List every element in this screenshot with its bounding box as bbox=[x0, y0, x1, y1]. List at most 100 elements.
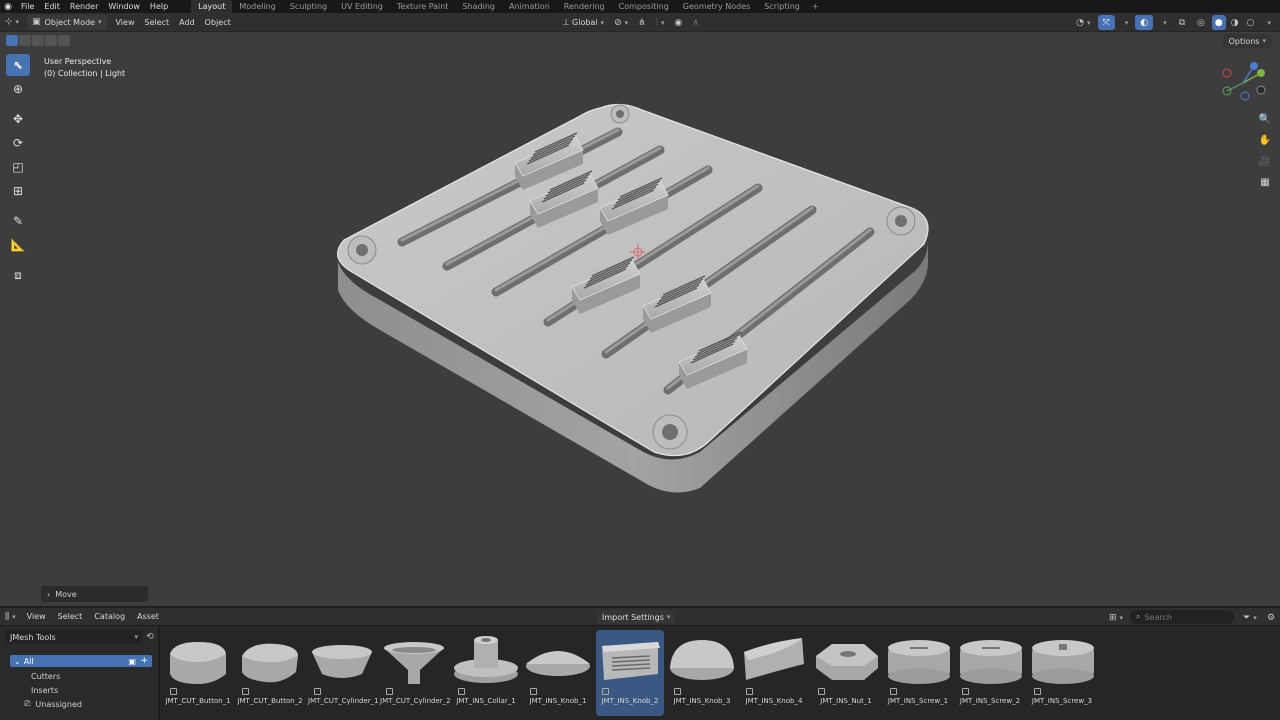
chevron-down-icon: ▾ bbox=[97, 18, 102, 26]
asset-menu-view[interactable]: View bbox=[21, 612, 52, 621]
measure-tool[interactable]: 📐 bbox=[6, 234, 30, 256]
scale-tool[interactable]: ◰ bbox=[6, 156, 30, 178]
asset-menu-select[interactable]: Select bbox=[52, 612, 89, 621]
asset-item[interactable]: JMT_INS_Knob_4 bbox=[740, 630, 808, 716]
library-dropdown[interactable]: JMesh Tools ▾ bbox=[6, 630, 142, 644]
overlays-toggle[interactable]: ◐ bbox=[1135, 15, 1154, 30]
search-placeholder: Search bbox=[1144, 612, 1172, 622]
filter-dropdown[interactable]: ⏷ ▾ bbox=[1238, 610, 1262, 625]
zoom-icon[interactable]: 🔍 bbox=[1256, 110, 1274, 128]
add-workspace-button[interactable]: + bbox=[807, 0, 824, 13]
asset-item[interactable]: JMT_INS_Screw_2 bbox=[956, 630, 1024, 716]
asset-item[interactable]: JMT_INS_Nut_1 bbox=[812, 630, 880, 716]
proportional-edit-toggle[interactable]: ◉ bbox=[669, 15, 687, 30]
select-subtract-button[interactable] bbox=[32, 35, 44, 46]
select-new-button[interactable] bbox=[6, 35, 18, 46]
blender-logo-icon[interactable]: ◉ bbox=[0, 0, 16, 13]
camera-icon[interactable]: 🎥 bbox=[1256, 152, 1274, 170]
shading-material[interactable]: ◑ bbox=[1228, 15, 1242, 30]
pan-hand-icon[interactable]: ✋ bbox=[1256, 131, 1274, 149]
viewport-menu-add[interactable]: Add bbox=[174, 15, 200, 30]
asset-item[interactable]: JMT_INS_Collar_1 bbox=[452, 630, 520, 716]
asset-item[interactable]: JMT_CUT_Button_2 bbox=[236, 630, 304, 716]
asset-item[interactable]: JMT_INS_Knob_2 bbox=[596, 630, 664, 716]
overlays-dropdown[interactable]: ▾ bbox=[1155, 15, 1172, 30]
viewport-menu-select[interactable]: Select bbox=[139, 15, 174, 30]
unassigned-label: Unassigned bbox=[35, 699, 82, 709]
select-box-tool[interactable]: ⬉ bbox=[6, 54, 30, 76]
editor-type-button[interactable]: ⫼ ▾ bbox=[0, 609, 21, 624]
add-icon[interactable]: + bbox=[140, 656, 148, 666]
snap-dropdown[interactable]: ⫶ ▾ bbox=[651, 15, 670, 30]
3d-viewport[interactable]: Options ▾ User Perspective (0) Collection… bbox=[0, 32, 1280, 606]
tab-sculpting[interactable]: Sculpting bbox=[283, 0, 334, 13]
falloff-dropdown[interactable]: ∧ bbox=[687, 15, 704, 30]
asset-item[interactable]: JMT_CUT_Cylinder_1 bbox=[308, 630, 379, 716]
select-extend-button[interactable] bbox=[19, 35, 31, 46]
last-operator-panel[interactable]: › Move bbox=[41, 586, 148, 602]
new-catalog-icon[interactable]: ▣ bbox=[128, 657, 136, 666]
menu-edit[interactable]: Edit bbox=[39, 0, 65, 13]
catalog-cutters[interactable]: Cutters bbox=[31, 672, 60, 681]
snap-toggle[interactable]: ⋔ bbox=[633, 15, 651, 30]
catalog-all[interactable]: ⌄ All ▣ + bbox=[10, 655, 152, 667]
menu-render[interactable]: Render bbox=[65, 0, 103, 13]
asset-item[interactable]: JMT_INS_Knob_3 bbox=[668, 630, 736, 716]
asset-item[interactable]: JMT_INS_Screw_3 bbox=[1028, 630, 1096, 716]
menu-help[interactable]: Help bbox=[145, 0, 173, 13]
editor-type-button[interactable]: ⊹ ▾ bbox=[0, 15, 24, 30]
grid-icon[interactable]: ▦ bbox=[1256, 173, 1274, 191]
asset-item[interactable]: JMT_CUT_Button_1 bbox=[164, 630, 232, 716]
tab-compositing[interactable]: Compositing bbox=[612, 0, 676, 13]
shading-solid[interactable]: ● bbox=[1211, 15, 1226, 30]
search-input[interactable]: ⌕ Search bbox=[1130, 610, 1234, 624]
tab-shading[interactable]: Shading bbox=[455, 0, 502, 13]
import-settings-dropdown[interactable]: Import Settings ▾ bbox=[597, 610, 676, 624]
asset-menu-catalog[interactable]: Catalog bbox=[88, 612, 131, 621]
navigation-gizmo[interactable] bbox=[1218, 58, 1268, 108]
asset-item[interactable]: JMT_INS_Knob_1 bbox=[524, 630, 592, 716]
shading-wireframe[interactable]: ◎ bbox=[1192, 15, 1210, 30]
orientation-dropdown[interactable]: ⟂ Global ▾ bbox=[558, 15, 609, 30]
menu-window[interactable]: Window bbox=[103, 0, 145, 13]
asset-label: JMT_CUT_Button_2 bbox=[237, 697, 303, 705]
shading-dropdown[interactable]: ▾ bbox=[1259, 15, 1276, 30]
xray-toggle[interactable]: ⧉ bbox=[1174, 15, 1190, 30]
tab-uv-editing[interactable]: UV Editing bbox=[334, 0, 390, 13]
display-mode-dropdown[interactable]: ⊞ ▾ bbox=[1104, 610, 1128, 625]
wireframe-shading-icon: ◎ bbox=[1197, 17, 1205, 28]
asset-item[interactable]: JMT_INS_Screw_1 bbox=[884, 630, 952, 716]
transform-tool[interactable]: ⊞ bbox=[6, 180, 30, 202]
annotate-tool[interactable]: ✎ bbox=[6, 210, 30, 232]
select-invert-button[interactable] bbox=[45, 35, 57, 46]
viewport-menu-view[interactable]: View bbox=[111, 15, 140, 30]
shading-rendered[interactable]: ○ bbox=[1244, 15, 1258, 30]
viewport-menu-object[interactable]: Object bbox=[200, 15, 236, 30]
move-tool[interactable]: ✥ bbox=[6, 108, 30, 130]
mode-dropdown[interactable]: ▣ Object Mode ▾ bbox=[27, 14, 107, 30]
cursor-tool[interactable]: ⊕ bbox=[6, 78, 30, 100]
pivot-dropdown[interactable]: ⊘ ▾ bbox=[609, 15, 633, 30]
refresh-icon[interactable]: ⟲ bbox=[144, 630, 156, 644]
visibility-dropdown[interactable]: ◔ ▾ bbox=[1071, 15, 1095, 30]
options-dropdown[interactable]: Options ▾ bbox=[1222, 34, 1272, 48]
tab-texture-paint[interactable]: Texture Paint bbox=[390, 0, 456, 13]
rotate-tool[interactable]: ⟳ bbox=[6, 132, 30, 154]
asset-item[interactable]: JMT_CUT_Cylinder_2 bbox=[380, 630, 451, 716]
menu-file[interactable]: File bbox=[16, 0, 39, 13]
tab-rendering[interactable]: Rendering bbox=[557, 0, 612, 13]
add-cube-tool[interactable]: ⧈ bbox=[6, 264, 30, 286]
catalog-inserts[interactable]: Inserts bbox=[31, 686, 58, 695]
select-intersect-button[interactable] bbox=[58, 35, 70, 46]
settings-button[interactable]: ⚙ bbox=[1262, 610, 1280, 625]
tool-shelf: ⬉ ⊕ ✥ ⟳ ◰ ⊞ ✎ 📐 ⧈ bbox=[6, 54, 32, 288]
tab-geometry-nodes[interactable]: Geometry Nodes bbox=[676, 0, 757, 13]
tab-modeling[interactable]: Modeling bbox=[232, 0, 282, 13]
tab-animation[interactable]: Animation bbox=[502, 0, 557, 13]
gizmo-toggle[interactable]: ⤧ bbox=[1097, 15, 1115, 30]
catalog-unassigned[interactable]: ⎚ Unassigned bbox=[24, 699, 82, 709]
asset-menu-asset[interactable]: Asset bbox=[131, 612, 165, 621]
tab-scripting[interactable]: Scripting bbox=[757, 0, 807, 13]
tab-layout[interactable]: Layout bbox=[191, 0, 233, 13]
gizmo-dropdown[interactable]: ▾ bbox=[1117, 15, 1134, 30]
